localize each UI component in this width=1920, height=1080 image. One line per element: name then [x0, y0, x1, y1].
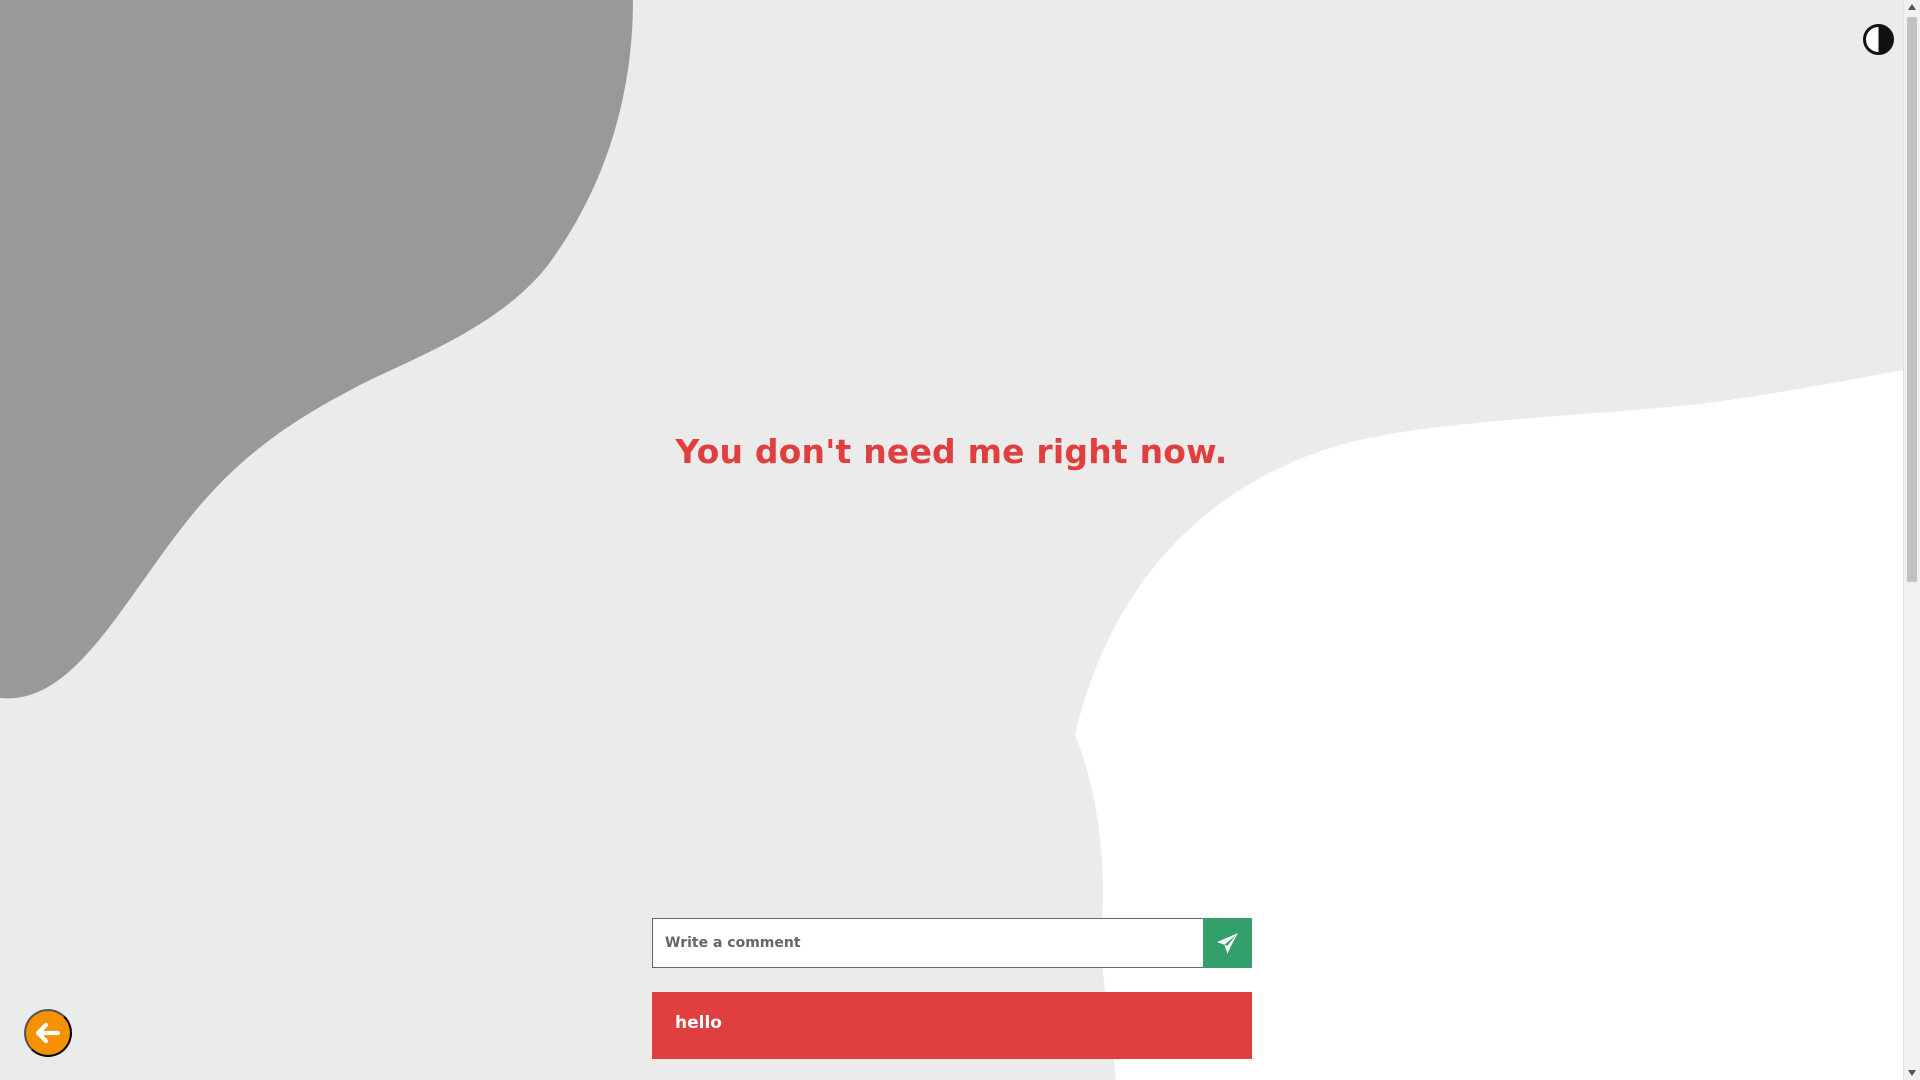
comment-text: hello	[675, 1013, 722, 1033]
gray-blob	[0, 0, 633, 699]
white-blob	[1075, 370, 1903, 1080]
send-comment-button[interactable]	[1203, 918, 1252, 968]
comment-input[interactable]	[652, 918, 1203, 968]
theme-toggle-button[interactable]	[1863, 24, 1894, 55]
comment-form	[652, 918, 1252, 968]
page: You don't need me right now. hello	[0, 0, 1920, 1080]
paper-plane-icon	[1217, 932, 1238, 954]
arrow-left-icon	[35, 1022, 61, 1044]
comment-item: hello	[652, 992, 1252, 1059]
scroll-down-arrow-icon[interactable]	[1907, 1068, 1917, 1078]
page-title: You don't need me right now.	[675, 432, 1228, 471]
scroll-up-arrow-icon[interactable]	[1907, 2, 1917, 12]
scrollbar-thumb[interactable]	[1907, 17, 1917, 582]
vertical-scrollbar[interactable]	[1903, 0, 1920, 1080]
back-button[interactable]	[24, 1009, 72, 1057]
